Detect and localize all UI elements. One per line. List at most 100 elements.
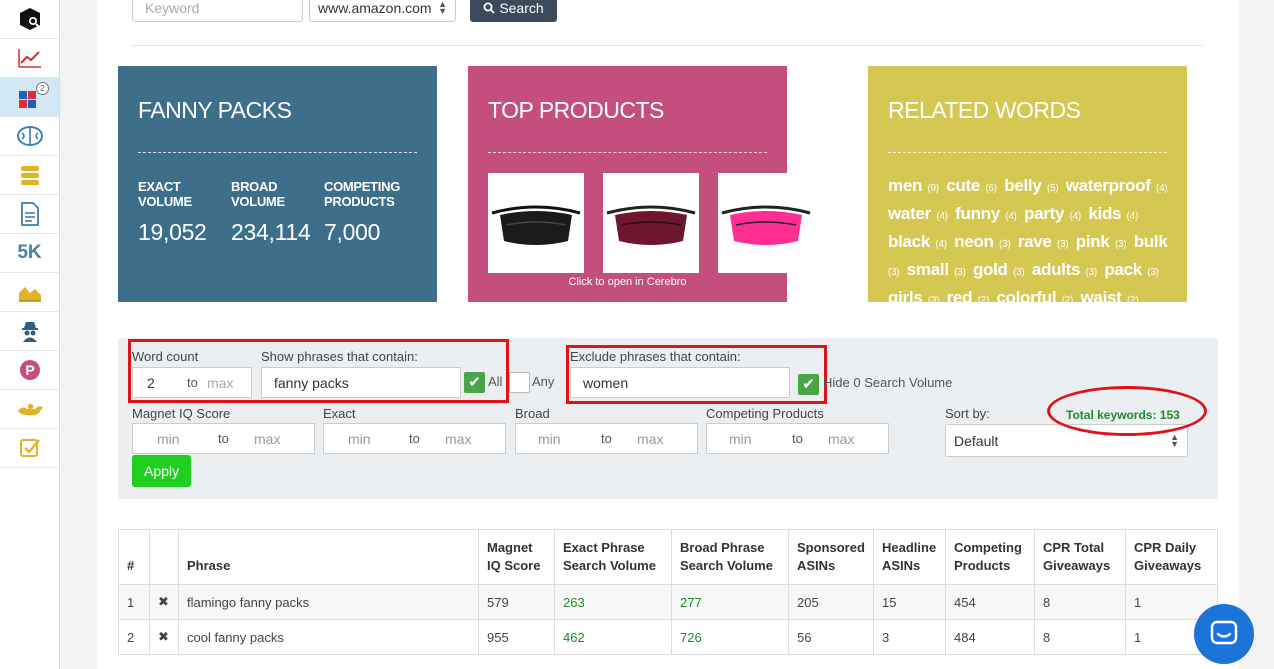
search-button[interactable]: Search xyxy=(470,0,557,22)
search-bar: Keyword www.amazon.com ▲ ▼ Search xyxy=(132,0,557,22)
any-checkbox[interactable] xyxy=(509,372,530,393)
related-word[interactable]: pink xyxy=(1076,232,1110,251)
related-word[interactable]: men xyxy=(888,176,922,195)
related-word[interactable]: belly xyxy=(1004,176,1042,195)
related-word-count: (4) xyxy=(935,239,947,250)
product-thumbnail-1[interactable] xyxy=(488,173,584,273)
row-phrase: flamingo fanny packs xyxy=(178,584,479,620)
col-header-broad[interactable]: Broad Phrase Search Volume xyxy=(671,529,789,585)
col-header-cpr-total[interactable]: CPR Total Giveaways xyxy=(1034,529,1126,585)
competing-products-label: Competing Products xyxy=(706,406,824,421)
related-word[interactable]: black xyxy=(888,232,930,251)
col-header-sponsored[interactable]: Sponsored ASINs xyxy=(788,529,874,585)
col-header-competing[interactable]: Competing Products xyxy=(945,529,1035,585)
related-words-list: men (9) cute (6) belly (5) waterproof (4… xyxy=(888,173,1178,313)
sidebar-item-magnet[interactable]: 2 xyxy=(0,78,59,117)
magnet-max-input[interactable]: max xyxy=(254,431,280,447)
sidebar-item-xray[interactable] xyxy=(0,312,59,351)
related-word[interactable]: gold xyxy=(973,260,1008,279)
sidebar-item-misspellinator[interactable] xyxy=(0,390,59,429)
related-word[interactable]: red xyxy=(947,288,973,307)
keyword-input[interactable]: Keyword xyxy=(132,0,303,22)
word-count-min-input[interactable]: 2 xyxy=(147,375,155,391)
related-word-count: (4) xyxy=(1005,211,1017,222)
related-word[interactable]: water xyxy=(888,204,931,223)
row-exact: 263 xyxy=(554,584,672,620)
col-header-phrase[interactable]: Phrase xyxy=(178,529,479,585)
related-word[interactable]: pack xyxy=(1104,260,1142,279)
word-count-max-input[interactable]: max xyxy=(207,375,233,391)
related-word[interactable]: girls xyxy=(888,288,923,307)
remove-row-icon[interactable]: ✖ xyxy=(149,584,179,620)
related-word[interactable]: cute xyxy=(946,176,980,195)
chat-launcher-button[interactable] xyxy=(1194,604,1254,664)
fanny-pack-image xyxy=(491,205,581,245)
related-word[interactable]: waist xyxy=(1081,288,1122,307)
col-header-headline[interactable]: Headline ASINs xyxy=(873,529,946,585)
table-row: 2 ✖ cool fanny packs 955 462 726 56 3 48… xyxy=(118,619,1218,655)
remove-row-icon[interactable]: ✖ xyxy=(149,619,179,655)
keyword-summary-card: FANNY PACKS EXACT VOLUME 19,052 BROAD VO… xyxy=(118,66,437,302)
sort-by-label: Sort by: xyxy=(945,406,990,421)
range-to: to xyxy=(409,431,420,446)
sidebar-item-cerebro[interactable] xyxy=(0,117,59,156)
competing-products-stat: COMPETING PRODUCTS 7,000 xyxy=(324,179,417,246)
sidebar-item-index-checker[interactable] xyxy=(0,429,59,468)
sidebar-item-black-box[interactable] xyxy=(0,0,59,39)
related-word[interactable]: rave xyxy=(1018,232,1052,251)
sidebar-item-scribbles[interactable] xyxy=(0,195,59,234)
sidebar-item-frankenstein[interactable] xyxy=(0,156,59,195)
row-cpr-total: 8 xyxy=(1034,619,1126,655)
sidebar-item-profits[interactable]: P xyxy=(0,351,59,390)
col-header-num[interactable]: # xyxy=(118,529,150,585)
row-competing: 484 xyxy=(945,619,1035,655)
marketplace-select[interactable]: www.amazon.com ▲ ▼ xyxy=(309,0,456,22)
competing-min-input[interactable]: min xyxy=(729,431,752,447)
related-word[interactable]: funny xyxy=(955,204,1000,223)
broad-max-input[interactable]: max xyxy=(637,431,663,447)
hide-zero-label: Hide 0 Search Volume xyxy=(823,375,953,390)
contain-input[interactable]: fanny packs xyxy=(261,367,461,398)
marketplace-value: www.amazon.com xyxy=(318,0,432,16)
row-num: 1 xyxy=(118,584,150,620)
fanny-pack-image xyxy=(606,205,696,245)
table-header-row: # Phrase Magnet IQ Score Exact Phrase Se… xyxy=(118,529,1218,585)
sidebar-item-market-tracker[interactable] xyxy=(0,273,59,312)
all-label: All xyxy=(488,374,503,389)
col-header-exact[interactable]: Exact Phrase Search Volume xyxy=(554,529,672,585)
sidebar-item-5k[interactable]: 5K xyxy=(0,234,59,273)
results-table: # Phrase Magnet IQ Score Exact Phrase Se… xyxy=(118,529,1218,655)
main-panel: Keyword www.amazon.com ▲ ▼ Search FANNY P… xyxy=(97,0,1239,669)
magnet-min-input[interactable]: min xyxy=(157,431,180,447)
exact-min-input[interactable]: min xyxy=(348,431,371,447)
related-word[interactable]: colorful xyxy=(996,288,1056,307)
related-word[interactable]: bulk xyxy=(1134,232,1168,251)
hide-zero-checkbox[interactable]: ✔ xyxy=(798,374,819,395)
competing-max-input[interactable]: max xyxy=(828,431,854,447)
card-divider xyxy=(888,152,1167,153)
related-word[interactable]: kids xyxy=(1088,204,1121,223)
row-magnet: 579 xyxy=(478,584,555,620)
related-word[interactable]: waterproof xyxy=(1066,176,1151,195)
sidebar-item-trendster[interactable] xyxy=(0,39,59,78)
cerebro-caption[interactable]: Click to open in Cerebro xyxy=(488,276,767,288)
related-word[interactable]: small xyxy=(907,260,949,279)
volume-stats: EXACT VOLUME 19,052 BROAD VOLUME 234,114… xyxy=(138,179,417,246)
col-header-magnet[interactable]: Magnet IQ Score xyxy=(478,529,555,585)
range-to: to xyxy=(218,431,229,446)
exact-max-input[interactable]: max xyxy=(445,431,471,447)
col-header-cpr-daily[interactable]: CPR Daily Giveaways xyxy=(1125,529,1218,585)
all-checkbox[interactable]: ✔ xyxy=(464,372,485,393)
related-word-count: (3) xyxy=(927,295,940,306)
related-word[interactable]: adults xyxy=(1032,260,1081,279)
related-word[interactable]: neon xyxy=(954,232,994,251)
related-words-card: RELATED WORDS men (9) cute (6) belly (5)… xyxy=(868,66,1187,307)
product-thumbnail-2[interactable] xyxy=(603,173,699,273)
related-word[interactable]: party xyxy=(1024,204,1064,223)
apply-button[interactable]: Apply xyxy=(132,455,191,487)
product-thumbnail-3[interactable] xyxy=(718,173,814,273)
row-sponsored: 56 xyxy=(788,619,874,655)
exclude-input[interactable]: women xyxy=(570,367,790,398)
magnet-score-range: min to max xyxy=(132,423,315,454)
broad-min-input[interactable]: min xyxy=(538,431,561,447)
